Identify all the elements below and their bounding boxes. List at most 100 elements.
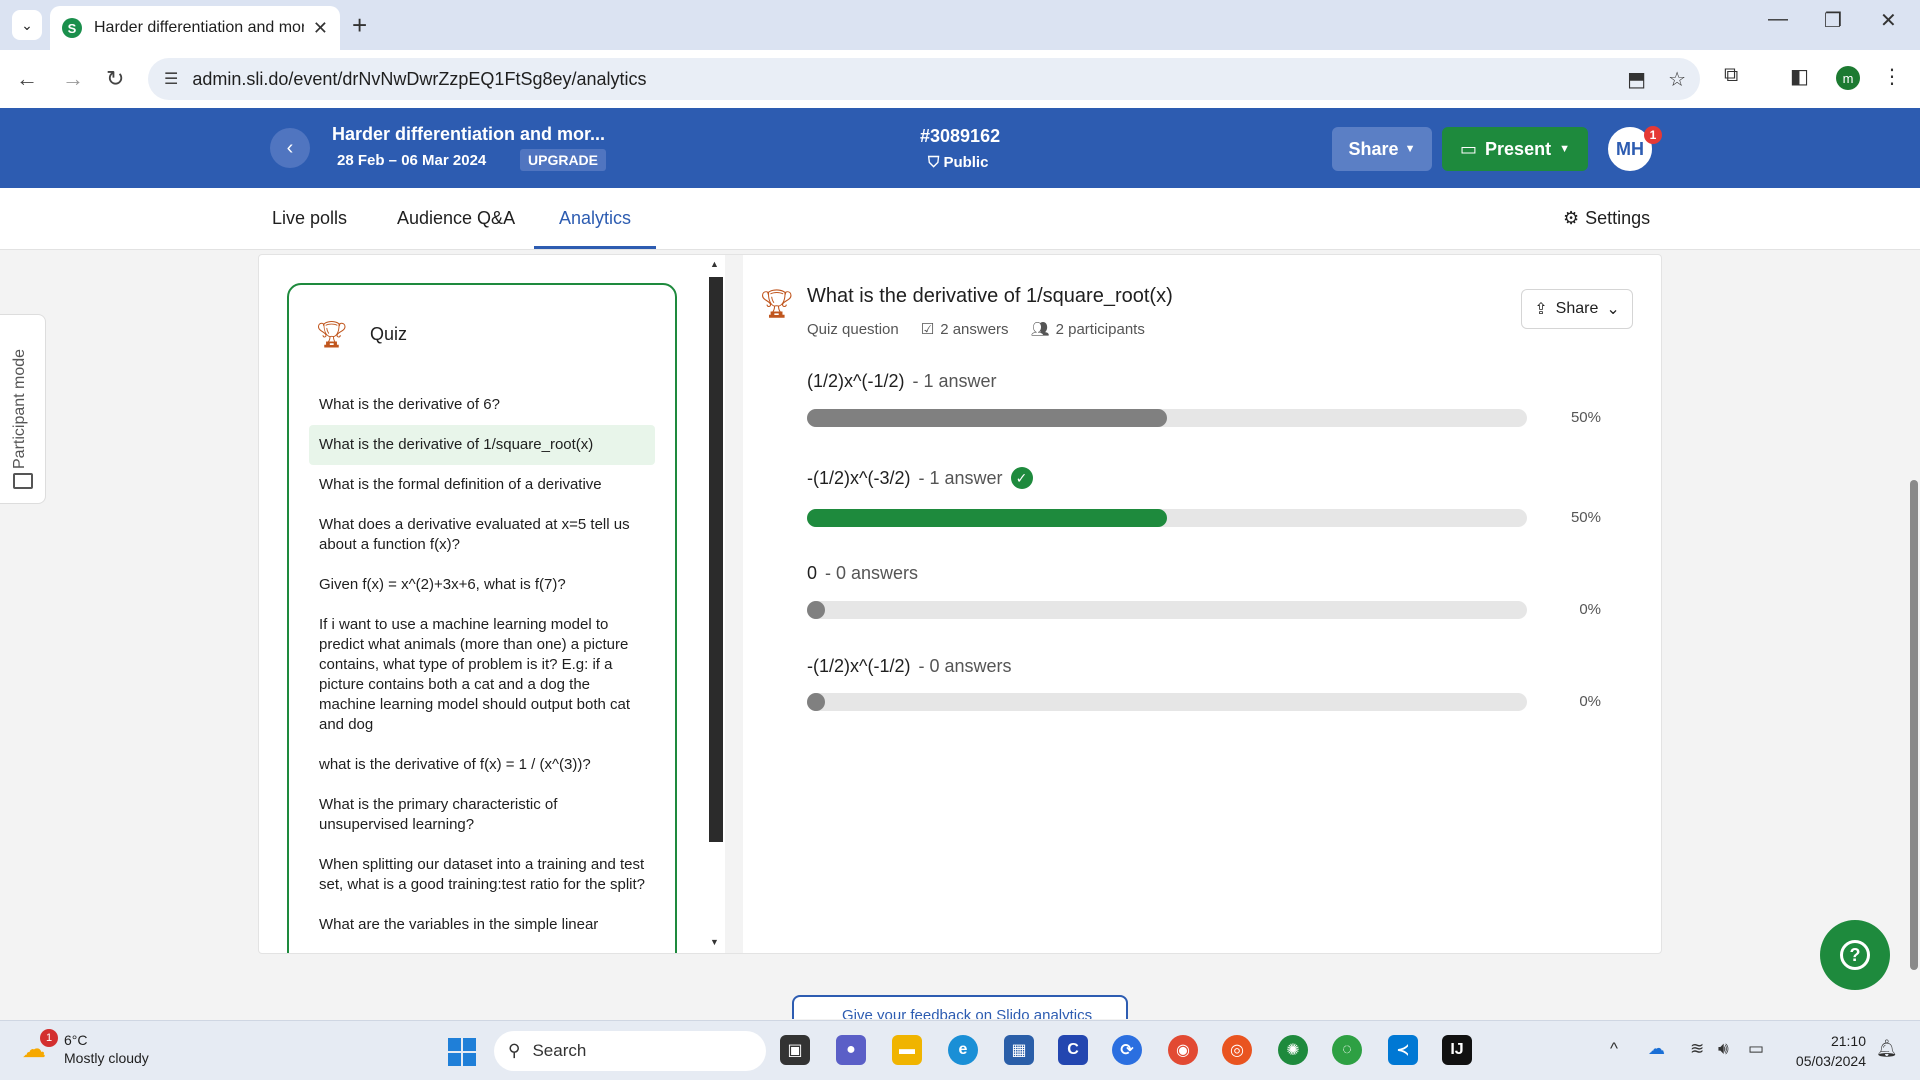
close-tab-icon[interactable]: ✕ [313,18,328,39]
monitor-icon: ▭ [1460,138,1478,159]
question-item[interactable]: What is the primary characteristic of un… [309,785,655,845]
trophy-icon: 🏆︎ [315,319,349,349]
option-label: 0 - 0 answers [807,563,918,584]
show-hidden-icons-icon[interactable]: ^ [1610,1039,1618,1059]
atom-icon[interactable]: ✺ [1278,1035,1308,1065]
browser-toolbar: ← → ↻ ☰ admin.sli.do/event/drNvNwDwrZzpE… [0,50,1920,108]
option-percent: 50% [1570,409,1601,426]
side-panel-icon[interactable]: ◧ [1790,64,1809,89]
reload-icon[interactable]: ↻ [106,66,124,92]
correct-check-icon: ✓ [1010,467,1033,489]
question-item[interactable]: What is the derivative of 6? [309,385,655,425]
close-window-icon[interactable]: ✕ [1880,8,1897,33]
onedrive-icon[interactable]: ☁ [1648,1039,1665,1059]
sync-app-icon[interactable]: ⟳ [1112,1035,1142,1065]
refresh-app-icon[interactable]: ◌ [1332,1035,1362,1065]
system-clock[interactable]: 21:10 05/03/2024 [1786,1031,1866,1071]
help-button[interactable]: ? [1820,920,1890,990]
battery-icon[interactable]: ▭ [1748,1039,1764,1059]
participants-label: 2 participants [1055,321,1145,338]
scrollbar-thumb[interactable] [709,277,723,842]
notification-badge: 1 [1644,126,1662,144]
question-item[interactable]: What are the variables in the simple lin… [309,905,655,945]
event-title[interactable]: Harder differentiation and mor... [332,124,605,145]
option-label: -(1/2)x^(-3/2) - 1 answer ✓ [807,467,1033,489]
chrome-icon[interactable]: ◉ [1168,1035,1198,1065]
option-text: (1/2)x^(-1/2) [807,371,905,391]
tab-analytics[interactable]: Analytics [559,208,631,229]
restore-icon[interactable]: ❐ [1824,8,1842,33]
task-view-icon[interactable]: ▣ [780,1035,810,1065]
active-tab-indicator [534,246,656,249]
scroll-up-arrow-icon[interactable]: ▲ [710,259,719,269]
question-item[interactable]: If i want to use a machine learning mode… [309,605,655,745]
share-button[interactable]: Share ▼ [1332,127,1432,171]
page-scrollbar[interactable] [1910,480,1918,970]
share-upload-icon: ⇪ [1534,301,1548,318]
url-text[interactable]: admin.sli.do/event/drNvNwDwrZzpEQ1FtSg8e… [192,69,646,90]
quiz-panel: 🏆︎ Quiz What is the derivative of 6? Wha… [287,283,677,953]
feedback-button[interactable]: Give your feedback on Slido analytics [792,995,1128,1019]
edge-browser-icon[interactable]: e [948,1035,978,1065]
taskbar-search[interactable]: ⚲ Search [494,1031,766,1071]
share-label: Share [1348,138,1399,159]
file-explorer-icon[interactable]: ▬ [892,1035,922,1065]
site-info-icon[interactable]: ☰ [164,69,178,89]
question-title: What is the derivative of 1/square_root(… [807,285,1173,307]
search-icon: ⚲ [508,1041,521,1060]
scroll-down-arrow-icon[interactable]: ▼ [710,937,719,947]
settings-button[interactable]: ⚙ Settings [1563,208,1650,229]
menu-kebab-icon[interactable]: ⋮ [1882,64,1902,89]
option-bar-track [807,601,1527,619]
question-item[interactable]: Given f(x) = x^(2)+3x+6, what is f(7)? [309,565,655,605]
question-item[interactable]: What does a derivative evaluated at x=5 … [309,505,655,565]
address-bar[interactable]: ☰ admin.sli.do/event/drNvNwDwrZzpEQ1FtSg… [148,58,1700,100]
tab-audience-qa[interactable]: Audience Q&A [397,208,515,229]
tab-search-dropdown-icon[interactable]: ⌄ [12,10,42,40]
participant-mode-toggle[interactable]: Participant mode [0,314,46,504]
new-tab-icon[interactable]: + [352,10,367,41]
option-count: - 1 answer [912,371,997,391]
app-tabs: Live polls Audience Q&A Analytics ⚙ Sett… [0,188,1920,250]
option-bar-fill [807,509,1167,527]
weather-desc: Mostly cloudy [64,1050,149,1066]
option-label: (1/2)x^(-1/2) - 1 answer [807,371,997,392]
option-bar-track [807,409,1527,427]
share-label: Share [1555,300,1599,317]
clock-time: 21:10 [1830,1033,1866,1049]
upgrade-badge[interactable]: UPGRADE [520,149,607,171]
question-item-selected[interactable]: What is the derivative of 1/square_root(… [309,425,655,465]
question-item[interactable]: What is the formal definition of a deriv… [309,465,655,505]
microsoft-store-icon[interactable]: ▦ [1004,1035,1034,1065]
install-app-icon[interactable]: ⬒ [1627,67,1646,92]
vscode-icon[interactable]: ≺ [1388,1035,1418,1065]
bookmark-star-icon[interactable]: ☆ [1668,67,1686,92]
question-share-button[interactable]: ⇪ Share ⌄ [1521,289,1633,329]
teams-chat-icon[interactable]: ● [836,1035,866,1065]
extensions-icon[interactable]: ⧉ [1724,64,1738,87]
profile-avatar[interactable]: m [1836,66,1860,90]
back-arrow-icon[interactable]: ← [16,66,38,92]
app-c-icon[interactable]: C [1058,1035,1088,1065]
question-item[interactable]: When splitting our dataset into a traini… [309,845,655,905]
back-button[interactable]: ‹ [270,128,310,168]
gear-icon: ⚙ [1563,208,1580,228]
option-text: 0 [807,563,818,583]
quiz-title: Quiz [370,324,408,344]
weather-widget[interactable]: ☁ 1 6°C Mostly cloudy [22,1029,149,1067]
browser-tab-title: Harder differentiation and more [94,19,304,36]
minimize-icon[interactable]: — [1768,8,1788,31]
notification-bell-icon[interactable]: 🔔︎ [1876,1039,1898,1059]
browser-tab[interactable]: S Harder differentiation and more ✕ [50,6,340,50]
present-button[interactable]: ▭ Present ▼ [1442,127,1588,171]
ubuntu-icon[interactable]: ◎ [1222,1035,1252,1065]
taskbar-search-label: Search [532,1041,587,1060]
option-percent: 0% [1579,601,1601,618]
intellij-icon[interactable]: IJ [1442,1035,1472,1065]
question-item[interactable]: what is the derivative of f(x) = 1 / (x^… [309,745,655,785]
tab-live-polls[interactable]: Live polls [272,208,347,229]
forward-arrow-icon[interactable]: → [62,66,84,92]
windows-start-icon[interactable] [448,1038,476,1066]
volume-icon[interactable]: 🔊︎ [1718,1039,1729,1059]
wifi-icon[interactable]: ≋ [1690,1039,1704,1059]
